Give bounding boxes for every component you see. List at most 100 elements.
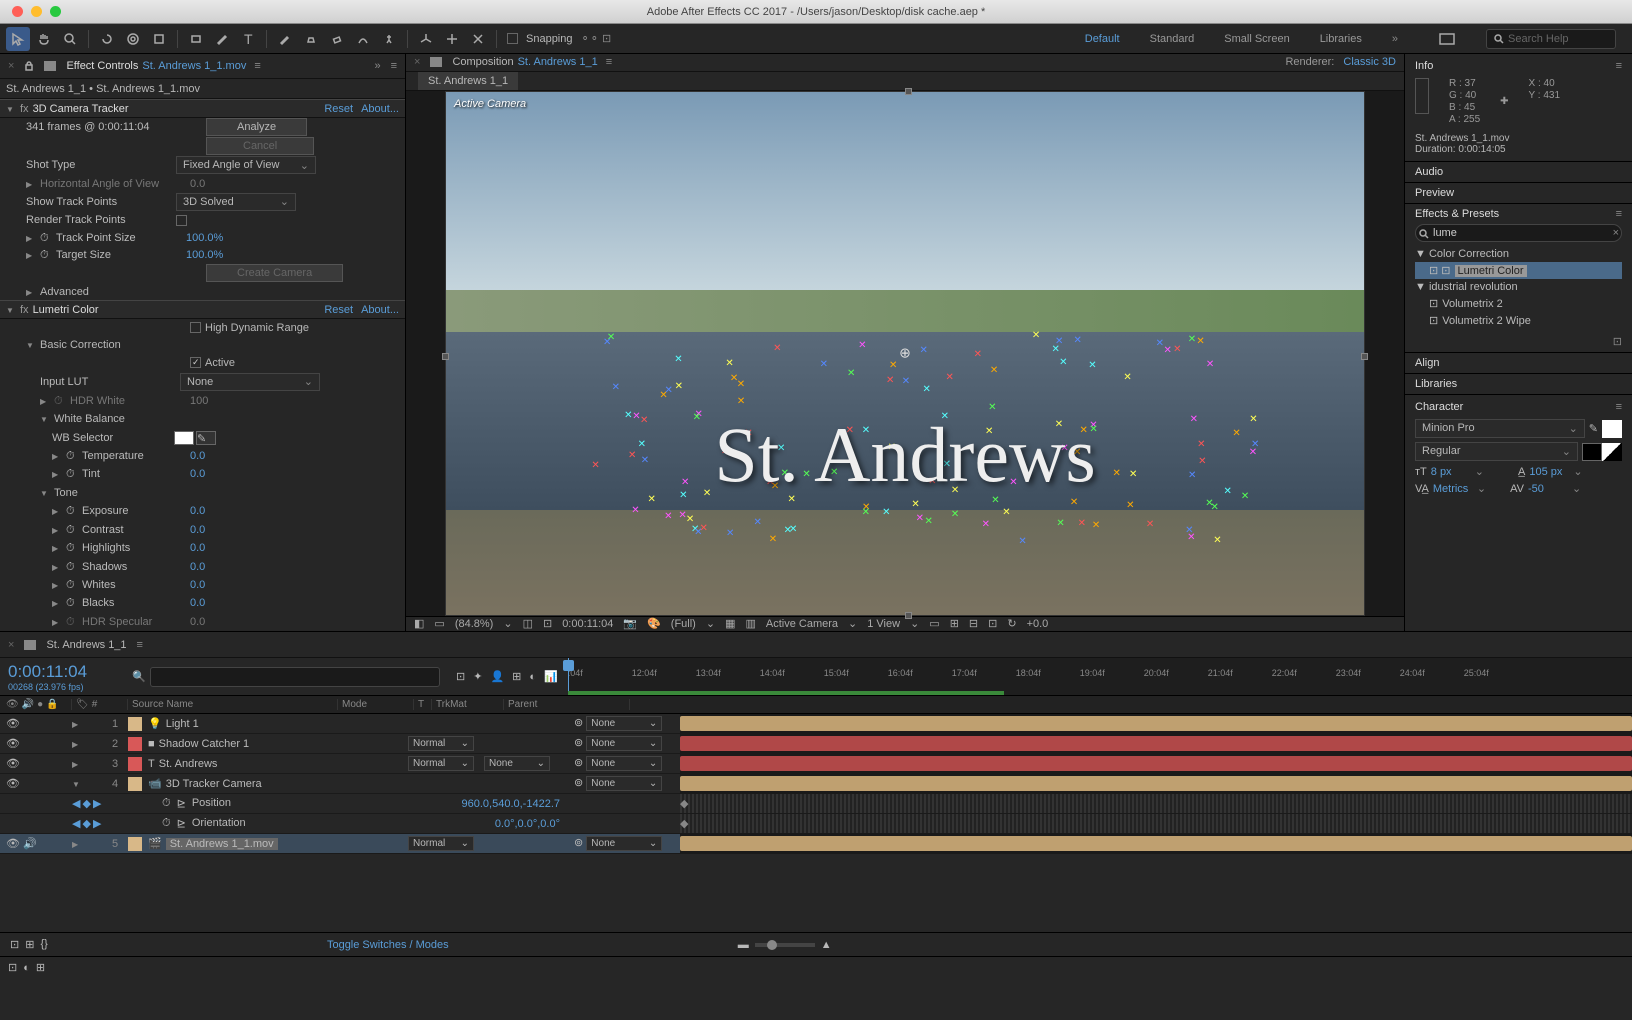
swap-colors-icon[interactable] (1602, 443, 1622, 461)
layer-expand-icon[interactable] (72, 838, 82, 850)
fill-color-swatch[interactable] (1602, 420, 1622, 438)
handle[interactable] (905, 88, 912, 95)
timeline-ruler[interactable]: :04f12:04f13:04f14:04f15:04f16:04f17:04f… (568, 658, 1632, 695)
active-camera-dropdown[interactable]: Active Camera (766, 618, 838, 630)
exposure-value[interactable]: 0.0 (190, 505, 205, 517)
layer-expand-icon[interactable] (72, 778, 82, 790)
exposure-value[interactable]: +0.0 (1027, 618, 1049, 630)
panel-menu-icon[interactable]: ≡ (1616, 208, 1622, 220)
tp-size-value[interactable]: 100.0% (186, 232, 223, 244)
eyedropper-icon[interactable]: ✎ (1589, 422, 1598, 435)
solo-column-icon[interactable]: ● (37, 699, 43, 710)
blend-mode-dropdown[interactable]: Normal⌄ (408, 736, 474, 751)
pan-behind-tool[interactable] (147, 27, 171, 51)
effects-search-input[interactable]: × (1415, 224, 1622, 242)
prev-keyframe-icon[interactable]: ◀ (72, 797, 80, 810)
clear-search-icon[interactable]: × (1613, 227, 1619, 239)
layer-bar[interactable] (680, 776, 1632, 791)
toggle-transparency-icon[interactable]: ▭ (434, 617, 444, 630)
workspace-default[interactable]: Default (1085, 33, 1120, 45)
contrast-value[interactable]: 0.0 (190, 524, 205, 536)
status-icon[interactable]: ⊡ (8, 961, 17, 974)
video-column-icon[interactable]: 👁 (6, 699, 19, 710)
composition-viewer[interactable]: Active Camera ✕✕✕✕✕✕✕✕✕✕✕✕✕✕✕✕✕✕✕✕✕✕✕✕✕✕… (406, 91, 1404, 616)
layer-name[interactable]: 💡Light 1 (142, 717, 408, 730)
roto-brush-tool[interactable] (351, 27, 375, 51)
graph-editor-icon[interactable]: 📊 (544, 670, 558, 683)
composition-tab[interactable]: Composition St. Andrews 1_1 ≡ (452, 56, 612, 68)
layer-bar[interactable] (680, 836, 1632, 851)
motion-blur-icon[interactable]: ◐ (529, 671, 536, 683)
comp-lock-icon[interactable] (430, 57, 442, 67)
position-value[interactable]: 960.0,540.0,-1422.7 (462, 798, 680, 810)
sync-settings-icon[interactable] (1438, 32, 1456, 46)
tint-value[interactable]: 0.0 (190, 468, 205, 480)
layer-expand-icon[interactable] (72, 738, 82, 750)
zoom-in-icon[interactable]: ▲ (821, 939, 832, 951)
panel-menu-icon[interactable]: ≡ (391, 60, 397, 72)
text-tool[interactable]: T (236, 27, 260, 51)
parent-dropdown[interactable]: None⌄ (586, 716, 662, 731)
minimize-window[interactable] (31, 6, 42, 17)
workspace-more-icon[interactable]: » (1392, 33, 1398, 45)
parent-dropdown[interactable]: None⌄ (586, 756, 662, 771)
trkmat-dropdown[interactable]: None⌄ (484, 756, 550, 771)
tracker-collapse-icon[interactable] (6, 103, 16, 115)
comp-mini-flowchart-icon[interactable]: ⊡ (456, 670, 465, 683)
timeline-timecode[interactable]: 0:00:11:04 (8, 662, 118, 682)
haov-expand-icon[interactable] (26, 178, 36, 190)
label-column-icon[interactable]: 🏷 (76, 699, 89, 710)
draft-3d-icon[interactable]: ✦ (473, 670, 482, 683)
timeline-layer[interactable]: 👁 1 💡Light 1 ⊚ None⌄ (0, 714, 1632, 734)
effect-3d-camera-tracker[interactable]: 3D Camera Tracker (33, 103, 325, 115)
target-size-expand[interactable] (26, 249, 36, 261)
show-track-points-dropdown[interactable]: 3D Solved⌄ (176, 193, 296, 211)
align-panel[interactable]: Align (1415, 357, 1439, 369)
hand-tool[interactable] (32, 27, 56, 51)
timeline-layer[interactable]: 👁 3 TSt. Andrews Normal⌄ None⌄ ⊚ None⌄ (0, 754, 1632, 774)
effect-controls-tab[interactable]: Effect Controls St. Andrews 1_1.mov ≡ (66, 60, 260, 72)
layer-color-label[interactable] (128, 777, 142, 791)
layer-expand-icon[interactable] (72, 758, 82, 770)
workspace-libraries[interactable]: Libraries (1320, 33, 1362, 45)
status-icon[interactable]: ⊞ (36, 961, 45, 974)
effects-presets-panel[interactable]: Effects & Presets (1415, 208, 1499, 220)
resolution-dropdown[interactable]: (Full) (671, 618, 696, 630)
clone-stamp-tool[interactable] (299, 27, 323, 51)
workspace-standard[interactable]: Standard (1150, 33, 1195, 45)
parent-pickwhip-icon[interactable]: ⊚ (574, 737, 583, 749)
renderer-value[interactable]: Classic 3D (1343, 56, 1396, 68)
tp-size-expand[interactable] (26, 232, 36, 244)
timeline-search-input[interactable] (150, 667, 440, 687)
handle[interactable] (1361, 353, 1368, 360)
preset-category[interactable]: ▼ Color Correction (1415, 246, 1622, 262)
toggle-switches-icon[interactable]: ⊡ (10, 938, 19, 951)
view-layout-dropdown[interactable]: 1 View (867, 618, 900, 630)
brush-tool[interactable] (273, 27, 297, 51)
render-track-points-checkbox[interactable] (176, 215, 187, 226)
comp-subtab[interactable]: St. Andrews 1_1 (418, 72, 518, 90)
selection-tool[interactable] (6, 27, 30, 51)
layer-name[interactable]: ■Shadow Catcher 1 (142, 738, 408, 750)
audio-panel[interactable]: Audio (1415, 166, 1443, 178)
parent-pickwhip-icon[interactable]: ⊚ (574, 757, 583, 769)
channel-icon[interactable]: 🎨 (647, 617, 661, 630)
basic-correction-expand[interactable] (26, 339, 36, 351)
parent-pickwhip-icon[interactable]: ⊚ (574, 717, 583, 729)
shy-icon[interactable]: 👤 (490, 670, 504, 683)
parent-dropdown[interactable]: None⌄ (586, 736, 662, 751)
parent-dropdown[interactable]: None⌄ (586, 776, 662, 791)
font-size-value[interactable]: 8 px (1431, 466, 1471, 478)
timeline-tab[interactable]: St. Andrews 1_1 (46, 639, 126, 651)
comp-close-icon[interactable]: × (414, 56, 420, 68)
audio-column-icon[interactable]: 🔊 (22, 699, 34, 710)
preset-item-lumetri[interactable]: ⊡ ⊡Lumetri Color (1415, 262, 1622, 279)
grid-icon[interactable]: ▦ (725, 617, 735, 630)
fast-preview-icon[interactable]: ⊡ (543, 617, 552, 630)
hdr-white-expand[interactable] (40, 395, 50, 407)
fx-badge[interactable]: fx (20, 103, 29, 115)
wb-eyedropper-icon[interactable]: ✎ (196, 431, 216, 445)
video-toggle[interactable]: 👁 (6, 717, 20, 730)
current-time[interactable]: 0:00:11:04 (562, 618, 613, 630)
timeline-layer[interactable]: 👁 2 ■Shadow Catcher 1 Normal⌄ ⊚ None⌄ (0, 734, 1632, 754)
